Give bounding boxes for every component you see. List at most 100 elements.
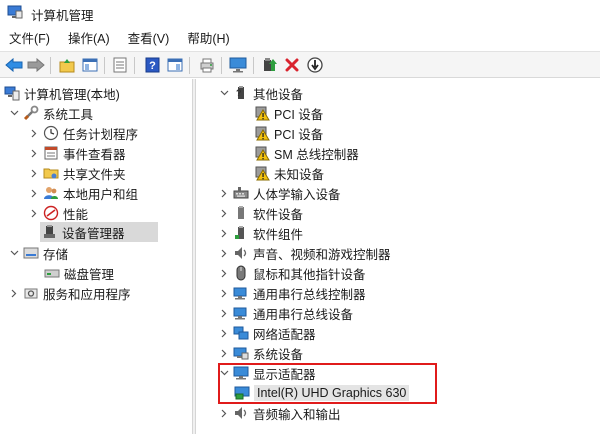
clock-icon bbox=[43, 125, 59, 141]
chevron-right-icon[interactable] bbox=[218, 267, 230, 279]
system-device-icon bbox=[233, 345, 249, 361]
chevron-down-icon[interactable] bbox=[218, 87, 230, 99]
tree-item-task-scheduler[interactable]: 任务计划程序 bbox=[28, 123, 138, 143]
chevron-right-icon[interactable] bbox=[28, 127, 40, 139]
device-category-software-devices[interactable]: 软件设备 bbox=[218, 203, 303, 223]
chevron-right-icon[interactable] bbox=[28, 207, 40, 219]
disk-icon bbox=[44, 265, 60, 281]
device-item-pci-1[interactable]: PCI 设备 bbox=[254, 103, 323, 123]
tree-item-shared-folders[interactable]: 共享文件夹 bbox=[28, 163, 126, 183]
tree-item-local-users-groups[interactable]: 本地用户和组 bbox=[28, 183, 138, 203]
device-item-pci-2[interactable]: PCI 设备 bbox=[254, 123, 323, 143]
device-item-sm-bus-controller[interactable]: SM 总线控制器 bbox=[254, 143, 359, 163]
forward-arrow-icon[interactable] bbox=[27, 56, 45, 74]
storage-icon bbox=[23, 245, 39, 261]
warning-device-icon bbox=[254, 125, 270, 141]
hid-icon bbox=[233, 185, 249, 201]
menu-bar: 文件(F) 操作(A) 查看(V) 帮助(H) bbox=[0, 28, 600, 50]
menu-file[interactable]: 文件(F) bbox=[0, 28, 59, 50]
device-category-audio-io[interactable]: 音频输入和输出 bbox=[218, 403, 341, 423]
performance-icon bbox=[43, 205, 59, 221]
up-folder-icon[interactable] bbox=[58, 56, 76, 74]
back-arrow-icon[interactable] bbox=[5, 56, 23, 74]
chevron-right-icon[interactable] bbox=[218, 187, 230, 199]
svg-text:?: ? bbox=[149, 60, 156, 72]
network-icon bbox=[233, 325, 249, 341]
warning-device-icon bbox=[254, 105, 270, 121]
chevron-right-icon[interactable] bbox=[218, 207, 230, 219]
chevron-right-icon[interactable] bbox=[28, 167, 40, 179]
print-icon[interactable] bbox=[198, 56, 216, 74]
device-item-unknown-device[interactable]: 未知设备 bbox=[254, 163, 324, 183]
software-component-icon bbox=[233, 225, 249, 241]
menu-help[interactable]: 帮助(H) bbox=[178, 28, 238, 50]
software-device-icon bbox=[233, 205, 249, 221]
display-adapter-icon bbox=[234, 385, 250, 401]
device-category-mouse[interactable]: 鼠标和其他指针设备 bbox=[218, 263, 366, 283]
device-tree-pane[interactable]: ? 其他设备 PCI 设备 PCI 设备 SM 总线控制器 未知设备 人体学输入… bbox=[196, 79, 600, 434]
device-category-display-adapters[interactable]: 显示适配器 bbox=[218, 363, 316, 383]
tools-icon bbox=[23, 105, 39, 121]
chevron-right-icon[interactable] bbox=[8, 287, 20, 299]
chevron-down-icon[interactable] bbox=[8, 247, 20, 259]
computer-management-app-icon bbox=[7, 5, 23, 19]
console-tree-pane[interactable]: 计算机管理(本地) 系统工具 任务计划程序 事件查看器 共享文件夹 本地用户和组… bbox=[0, 79, 193, 434]
help-icon[interactable]: ? bbox=[143, 56, 161, 74]
chevron-down-icon[interactable] bbox=[218, 367, 230, 379]
show-hide-tree-icon[interactable] bbox=[81, 56, 99, 74]
update-driver-icon[interactable] bbox=[261, 56, 279, 74]
scan-hardware-monitor-icon[interactable] bbox=[229, 56, 247, 74]
chevron-right-icon[interactable] bbox=[218, 407, 230, 419]
device-category-network-adapters[interactable]: 网络适配器 bbox=[218, 323, 316, 343]
audio-icon bbox=[233, 405, 249, 421]
chevron-right-icon[interactable] bbox=[218, 327, 230, 339]
unknown-device-icon: ? bbox=[233, 85, 249, 101]
chevron-right-icon[interactable] bbox=[218, 287, 230, 299]
window-title: 计算机管理 bbox=[31, 9, 94, 23]
chevron-right-icon[interactable] bbox=[28, 147, 40, 159]
menu-action[interactable]: 操作(A) bbox=[59, 28, 119, 50]
tree-item-system-tools[interactable]: 系统工具 bbox=[8, 103, 93, 123]
menu-view[interactable]: 查看(V) bbox=[119, 28, 179, 50]
device-category-other-devices[interactable]: ? 其他设备 bbox=[218, 83, 303, 103]
tree-item-event-viewer[interactable]: 事件查看器 bbox=[28, 143, 126, 163]
tree-item-device-manager[interactable]: 设备管理器 bbox=[40, 222, 158, 242]
properties-icon[interactable] bbox=[111, 56, 129, 74]
usb-icon bbox=[233, 285, 249, 301]
disable-device-icon[interactable] bbox=[306, 56, 324, 74]
warning-device-icon bbox=[254, 145, 270, 161]
svg-text:?: ? bbox=[236, 88, 242, 98]
device-category-hid[interactable]: 人体学输入设备 bbox=[218, 183, 341, 203]
warning-device-icon bbox=[254, 165, 270, 181]
chevron-right-icon[interactable] bbox=[218, 347, 230, 359]
toolbar: ? bbox=[0, 51, 600, 78]
device-category-usb-controllers[interactable]: 通用串行总线控制器 bbox=[218, 283, 366, 303]
tree-item-computer-management[interactable]: 计算机管理(本地) bbox=[4, 83, 120, 103]
tree-item-services-applications[interactable]: 服务和应用程序 bbox=[8, 283, 131, 303]
services-icon bbox=[23, 285, 39, 301]
tree-item-performance[interactable]: 性能 bbox=[28, 203, 88, 223]
device-category-usb-devices[interactable]: 通用串行总线设备 bbox=[218, 303, 353, 323]
title-bar: 计算机管理 bbox=[0, 0, 600, 26]
device-item-intel-uhd-630[interactable]: Intel(R) UHD Graphics 630 bbox=[234, 383, 410, 403]
device-category-software-components[interactable]: 软件组件 bbox=[218, 223, 303, 243]
device-category-sound-video-game[interactable]: 声音、视频和游戏控制器 bbox=[218, 243, 391, 263]
chevron-right-icon[interactable] bbox=[218, 307, 230, 319]
chevron-right-icon[interactable] bbox=[218, 227, 230, 239]
tree-item-disk-management[interactable]: 磁盘管理 bbox=[44, 263, 114, 283]
speaker-icon bbox=[233, 245, 249, 261]
users-icon bbox=[43, 185, 59, 201]
device-category-system-devices[interactable]: 系统设备 bbox=[218, 343, 303, 363]
chevron-right-icon[interactable] bbox=[28, 187, 40, 199]
event-viewer-icon bbox=[43, 145, 59, 161]
computer-mgmt-icon bbox=[4, 85, 20, 101]
shared-folder-icon bbox=[43, 165, 59, 181]
chevron-down-icon[interactable] bbox=[8, 107, 20, 119]
tree-item-storage[interactable]: 存储 bbox=[8, 243, 68, 263]
chevron-right-icon[interactable] bbox=[218, 247, 230, 259]
monitor-icon bbox=[233, 365, 249, 381]
device-manager-icon bbox=[42, 224, 58, 240]
usb-icon bbox=[233, 305, 249, 321]
action-pane-icon[interactable] bbox=[166, 56, 184, 74]
uninstall-device-icon[interactable] bbox=[283, 56, 301, 74]
